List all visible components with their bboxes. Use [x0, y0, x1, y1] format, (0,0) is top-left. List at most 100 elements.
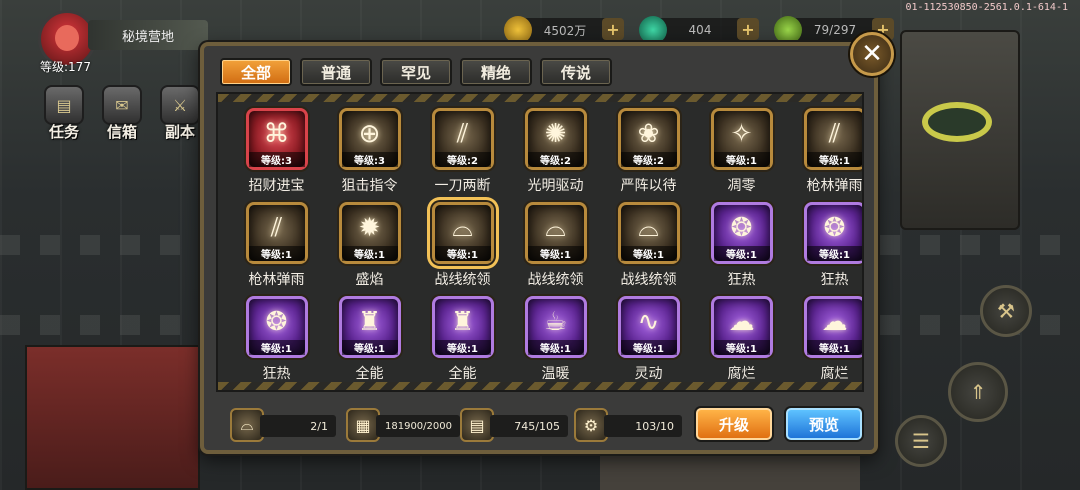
skill-cell[interactable]: ⊕ 等级:3 狙击指令	[323, 108, 416, 202]
skill-cell[interactable]: ❂ 等级:1 狂热	[695, 202, 788, 296]
commander-helmet-icon: ⌓	[545, 213, 566, 243]
gem-icon	[639, 16, 667, 44]
gem-resource: 404 +	[639, 16, 759, 44]
add-gem-button[interactable]: +	[737, 18, 759, 40]
skill-level: 等级:3	[341, 152, 398, 167]
skill-icon-frame[interactable]: ❂ 等级:1	[710, 202, 773, 264]
skill-level: 等级:1	[248, 246, 305, 261]
skill-cell[interactable]: ☁ 等级:1 腐烂	[695, 296, 788, 390]
tab-rare[interactable]: 罕见	[380, 58, 452, 86]
helmet-material-icon: ⌓	[230, 408, 264, 442]
skill-cell[interactable]: ⌓ 等级:1 战线统领	[602, 202, 695, 296]
gold-coin-icon	[504, 16, 532, 44]
commander-helmet-icon: ⌓	[452, 213, 473, 243]
skill-level: 等级:1	[806, 246, 862, 261]
building-ring	[922, 102, 992, 142]
armor-icon: ♜	[450, 307, 475, 337]
task-icon: ▤	[44, 85, 84, 125]
skill-icon-frame[interactable]: ⌓ 等级:1	[431, 202, 494, 264]
skill-name: 狙击指令	[341, 178, 398, 194]
skill-cell[interactable]: ❂ 等级:1 狂热	[230, 296, 323, 390]
skill-icon-frame[interactable]: ☁ 等级:1	[710, 296, 773, 358]
hazard-stripe-top	[218, 94, 862, 102]
skill-cell[interactable]: ⫽ 等级:1 枪林弹雨	[230, 202, 323, 296]
level-up-arrow-button[interactable]: ⇑	[948, 362, 1008, 422]
skill-icon-frame[interactable]: ⫽ 等级:1	[803, 108, 862, 170]
tab-epic[interactable]: 精绝	[460, 58, 532, 86]
location-banner: 秘境营地	[88, 20, 208, 50]
skill-cell[interactable]: ❀ 等级:2 严阵以待	[602, 108, 695, 202]
stamina-icon	[774, 16, 802, 44]
gold-resource: 4502万 +	[504, 16, 624, 44]
skill-cell[interactable]: ⫽ 等级:1 枪林弹雨	[788, 108, 862, 202]
tab-all[interactable]: 全部	[220, 58, 292, 86]
skill-icon-frame[interactable]: ☕ 等级:1	[524, 296, 587, 358]
menu-dungeon-label: 副本	[164, 123, 195, 141]
menu-mail[interactable]: ✉ 信箱	[98, 85, 146, 143]
skill-cell[interactable]: ✺ 等级:2 光明驱动	[509, 108, 602, 202]
skill-name: 光明驱动	[527, 178, 584, 194]
build-hammer-button[interactable]: ⚒	[980, 285, 1032, 337]
treasure-icon: ⌘	[263, 119, 290, 149]
skill-cell[interactable]: ❂ 等级:1 狂热	[788, 202, 862, 296]
rarity-tabs: 全部 普通 罕见 精绝 传说	[220, 58, 612, 86]
skill-icon-frame[interactable]: ✹ 等级:1	[338, 202, 401, 264]
skill-icon-frame[interactable]: ☁ 等级:1	[803, 296, 862, 358]
skill-cell[interactable]: ⌘ 等级:3 招财进宝	[230, 108, 323, 202]
skill-icon-frame[interactable]: ✧ 等级:1	[710, 108, 773, 170]
skill-icon-frame[interactable]: ⌓ 等级:1	[617, 202, 680, 264]
upgrade-button[interactable]: 升级	[696, 408, 772, 440]
skill-cell[interactable]: ⌓ 等级:1 战线统领	[416, 202, 509, 296]
menu-task[interactable]: ▤ 任务	[40, 85, 88, 143]
factory-building	[900, 30, 1020, 230]
tab-normal[interactable]: 普通	[300, 58, 372, 86]
skill-icon-frame[interactable]: ♜ 等级:1	[431, 296, 494, 358]
skill-cell[interactable]: ∿ 等级:1 灵动	[602, 296, 695, 390]
skill-name: 枪林弹雨	[248, 272, 305, 288]
formation-icon: ❀	[637, 119, 660, 149]
skill-cell[interactable]: ♜ 等级:1 全能	[416, 296, 509, 390]
close-button[interactable]: ✕	[850, 32, 894, 76]
skill-cell[interactable]: ☕ 等级:1 温暖	[509, 296, 602, 390]
skill-icon-frame[interactable]: ⫽ 等级:1	[245, 202, 308, 264]
skill-level: 等级:1	[341, 340, 398, 355]
menu-dungeon[interactable]: ⚔ 副本	[156, 85, 204, 143]
skill-icon-frame[interactable]: ✺ 等级:2	[524, 108, 587, 170]
skill-icon-frame[interactable]: ❂ 等级:1	[803, 202, 862, 264]
skill-icon-frame[interactable]: ⊕ 等级:3	[338, 108, 401, 170]
skill-cell[interactable]: ✹ 等级:1 盛焰	[323, 202, 416, 296]
skill-name: 战线统领	[434, 272, 491, 288]
tab-legendary[interactable]: 传说	[540, 58, 612, 86]
skill-icon-frame[interactable]: ⌘ 等级:3	[245, 108, 308, 170]
skill-level: 等级:2	[527, 152, 584, 167]
skill-icon-frame[interactable]: ❀ 等级:2	[617, 108, 680, 170]
paw-icon: ❂	[730, 213, 753, 243]
bullet-rain-icon: ⫽	[270, 213, 283, 243]
wither-icon: ✧	[730, 119, 753, 149]
skill-cell[interactable]: ✧ 等级:1 凋零	[695, 108, 788, 202]
skill-cell[interactable]: ⌓ 等级:1 战线统领	[509, 202, 602, 296]
skill-icon-frame[interactable]: ⫽ 等级:2	[431, 108, 494, 170]
skill-icon-frame[interactable]: ⌓ 等级:1	[524, 202, 587, 264]
skill-cell[interactable]: ⫽ 等级:2 一刀两断	[416, 108, 509, 202]
skill-icon-frame[interactable]: ❂ 等级:1	[245, 296, 308, 358]
armor-icon: ♜	[357, 307, 382, 337]
add-gold-button[interactable]: +	[602, 18, 624, 40]
flame-icon: ✹	[358, 213, 381, 243]
slash-icon: ⫽	[456, 119, 469, 149]
skill-name: 盛焰	[355, 272, 384, 288]
warm-cup-icon: ☕	[543, 307, 568, 337]
preview-button[interactable]: 预览	[786, 408, 862, 440]
skill-cell[interactable]: ♜ 等级:1 全能	[323, 296, 416, 390]
skill-cell[interactable]: ☁ 等级:1 腐烂	[788, 296, 862, 390]
upgrade-bar: ⌓ 2/1 ▦ 181900/2000 ▤ 745/105 ⚙ 103/10 升…	[216, 406, 864, 446]
skill-icon-frame[interactable]: ♜ 等级:1	[338, 296, 401, 358]
menu-list-button[interactable]: ☰	[895, 415, 947, 467]
skill-level: 等级:1	[434, 246, 491, 261]
skill-icon-frame[interactable]: ∿ 等级:1	[617, 296, 680, 358]
skill-level: 等级:2	[620, 152, 677, 167]
rot-cloud-icon: ☁	[821, 307, 848, 337]
skill-level: 等级:1	[248, 340, 305, 355]
skill-level: 等级:1	[713, 246, 770, 261]
swirl-icon: ∿	[637, 307, 660, 337]
